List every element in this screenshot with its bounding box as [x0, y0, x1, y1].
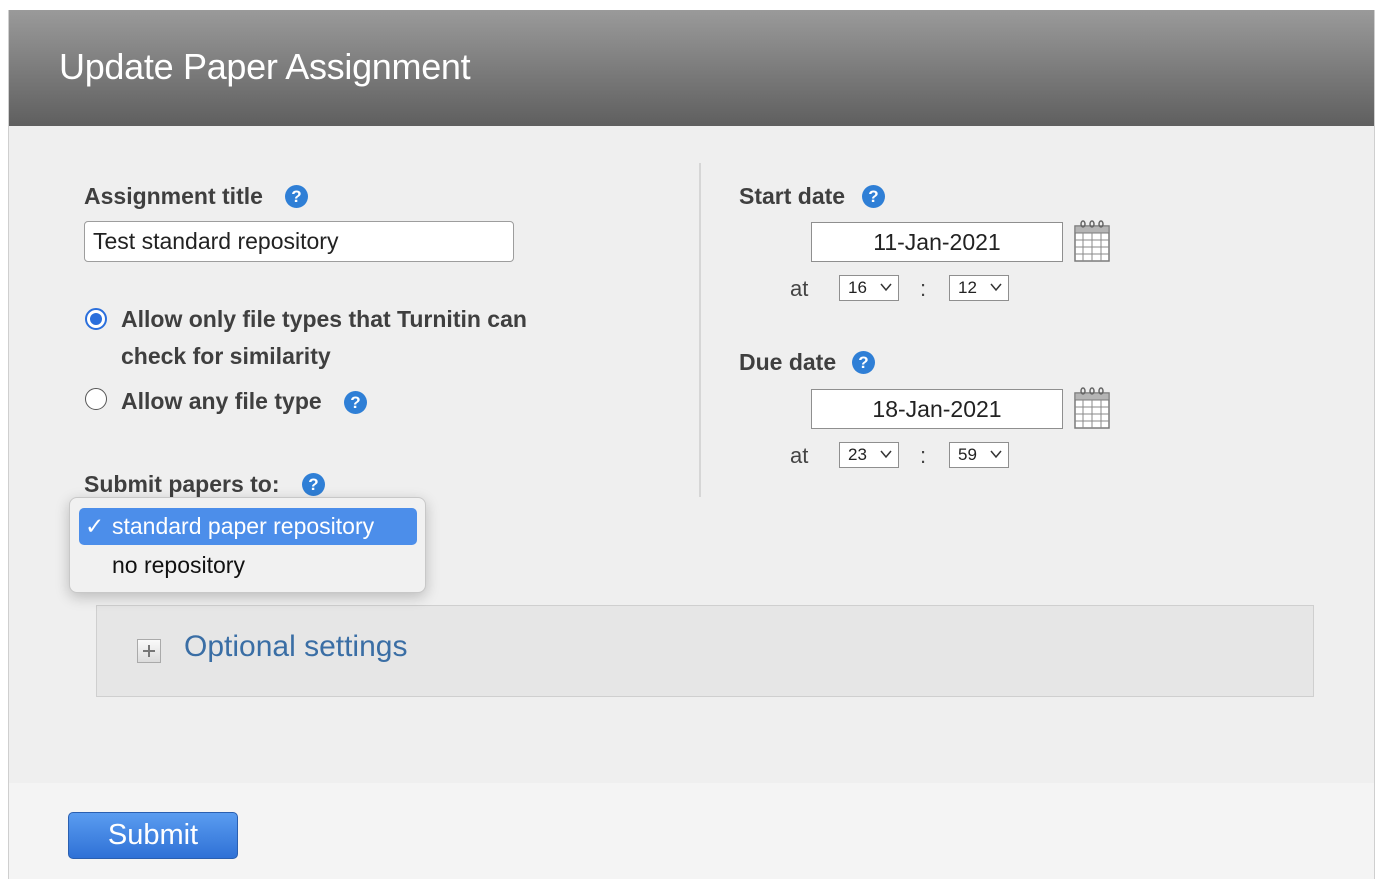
check-icon: ✓ — [85, 513, 105, 539]
column-divider — [699, 163, 701, 497]
dropdown-option-label: no repository — [112, 552, 245, 578]
help-icon[interactable]: ? — [852, 351, 875, 374]
plus-icon[interactable] — [137, 639, 161, 663]
radio-any-file-type[interactable] — [85, 388, 107, 410]
help-icon[interactable]: ? — [285, 185, 308, 208]
start-date-input[interactable]: 11-Jan-2021 — [811, 222, 1063, 262]
start-hour-value: 16 — [848, 278, 867, 297]
submit-papers-label: Submit papers to: — [84, 471, 280, 497]
due-hour-select[interactable]: 23 — [839, 442, 899, 468]
radio-restricted-file-types[interactable] — [85, 308, 107, 330]
due-hour-value: 23 — [848, 445, 867, 464]
chevron-down-icon — [990, 283, 1002, 292]
calendar-icon[interactable] — [1074, 220, 1110, 267]
help-icon[interactable]: ? — [344, 391, 367, 414]
submit-button[interactable]: Submit — [68, 812, 238, 859]
start-date-label: Start date — [739, 183, 846, 209]
due-minute-select[interactable]: 59 — [949, 442, 1009, 468]
form-footer: Submit — [9, 783, 1374, 879]
radio-restricted-label: Allow only file types that Turnitin can — [121, 306, 527, 332]
start-hour-select[interactable]: 16 — [839, 275, 899, 301]
due-date-input[interactable]: 18-Jan-2021 — [811, 389, 1063, 429]
radio-any-label: Allow any file type — [121, 388, 322, 414]
help-icon[interactable]: ? — [862, 185, 885, 208]
calendar-icon[interactable] — [1074, 387, 1110, 434]
due-date-label: Due date — [739, 349, 837, 375]
optional-settings-link[interactable]: Optional settings — [184, 630, 407, 664]
dropdown-option-none[interactable]: no repository — [79, 547, 417, 584]
chevron-down-icon — [990, 450, 1002, 459]
dropdown-option-label: standard paper repository — [112, 513, 375, 539]
page-header: Update Paper Assignment — [9, 10, 1374, 126]
assignment-title-input[interactable] — [84, 221, 514, 262]
start-at-label: at — [790, 276, 809, 301]
page-title: Update Paper Assignment — [59, 46, 471, 87]
optional-settings-panel[interactable]: Optional settings — [96, 605, 1314, 697]
due-minute-value: 59 — [958, 445, 977, 464]
chevron-down-icon — [880, 283, 892, 292]
due-time-separator: : — [920, 443, 927, 468]
dropdown-option-standard[interactable]: ✓ standard paper repository — [79, 508, 417, 545]
assignment-form: Update Paper Assignment Assignment title… — [8, 10, 1375, 879]
repository-dropdown[interactable]: ✓ standard paper repository no repositor… — [69, 497, 426, 593]
radio-restricted-label-line2: check for similarity — [121, 343, 331, 369]
start-minute-value: 12 — [958, 278, 977, 297]
due-at-label: at — [790, 443, 809, 468]
start-time-separator: : — [920, 276, 927, 301]
help-icon[interactable]: ? — [302, 473, 325, 496]
chevron-down-icon — [880, 450, 892, 459]
start-minute-select[interactable]: 12 — [949, 275, 1009, 301]
assignment-title-label: Assignment title — [84, 183, 263, 209]
